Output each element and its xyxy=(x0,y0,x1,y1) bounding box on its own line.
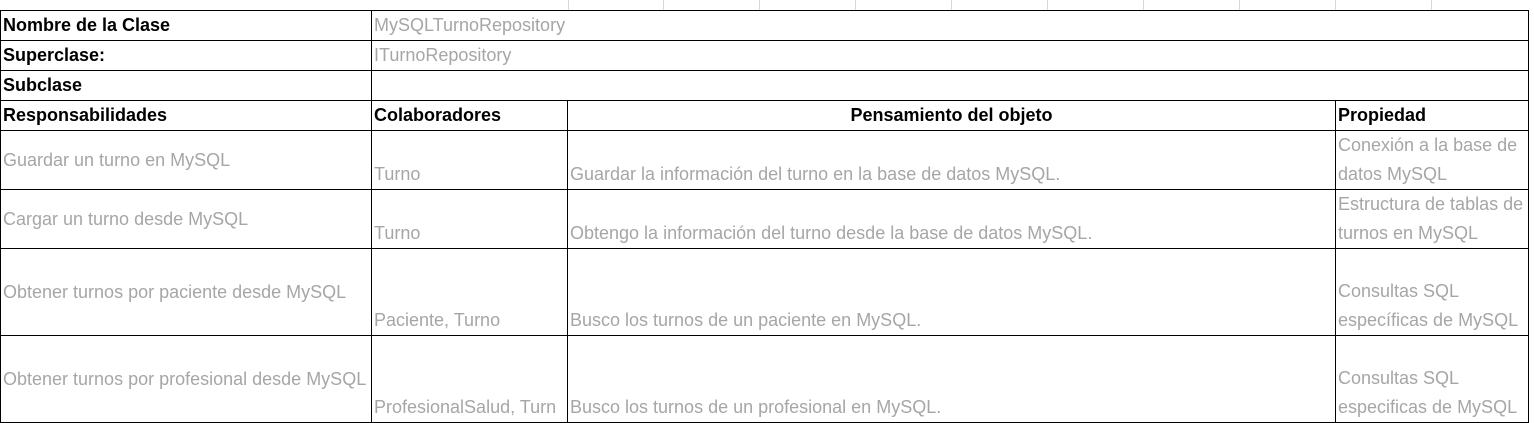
header-row: Responsabilidades Colaboradores Pensamie… xyxy=(0,100,1529,131)
table-row: Obtener turnos por profesional desde MyS… xyxy=(0,335,1529,423)
header-collaborators: Colaboradores xyxy=(371,100,568,131)
collaborators-cell[interactable]: Paciente, Turno xyxy=(371,248,568,336)
property-cell[interactable]: Conexión a la base de datos MySQL xyxy=(1335,130,1529,190)
class-name-label: Nombre de la Clase xyxy=(0,10,372,41)
class-name-value[interactable]: MySQLTurnoRepository xyxy=(371,10,1529,41)
collaborators-cell[interactable]: Turno xyxy=(371,189,568,249)
table-row: Guardar un turno en MySQL Turno Guardar … xyxy=(0,130,1529,190)
table-row: Cargar un turno desde MySQL Turno Obteng… xyxy=(0,189,1529,249)
superclass-row: Superclase: ITurnoRepository xyxy=(0,40,1529,71)
table-row: Obtener turnos por paciente desde MySQL … xyxy=(0,248,1529,336)
header-responsibilities: Responsabilidades xyxy=(0,100,372,131)
property-cell[interactable]: Consultas SQL específicas de MySQL xyxy=(1335,248,1529,336)
responsibility-cell[interactable]: Guardar un turno en MySQL xyxy=(0,130,372,190)
thinking-cell[interactable]: Guardar la información del turno en la b… xyxy=(567,130,1336,190)
subclass-label: Subclase xyxy=(0,70,372,101)
thinking-cell[interactable]: Obtengo la información del turno desde l… xyxy=(567,189,1336,249)
thinking-cell[interactable]: Busco los turnos de un paciente en MySQL… xyxy=(567,248,1336,336)
property-cell[interactable]: Consultas SQL especificas de MySQL xyxy=(1335,335,1529,423)
responsibility-cell[interactable]: Obtener turnos por paciente desde MySQL xyxy=(0,248,372,336)
collaborators-cell[interactable]: Turno xyxy=(371,130,568,190)
subclass-value[interactable] xyxy=(371,70,1529,101)
superclass-label: Superclase: xyxy=(0,40,372,71)
header-property: Propiedad xyxy=(1335,100,1529,131)
subclass-row: Subclase xyxy=(0,70,1529,101)
sheet-gridlines xyxy=(0,0,1534,10)
collaborators-cell[interactable]: ProfesionalSalud, Turn xyxy=(371,335,568,423)
superclass-value[interactable]: ITurnoRepository xyxy=(371,40,1529,71)
thinking-cell[interactable]: Busco los turnos de un profesional en My… xyxy=(567,335,1336,423)
responsibility-cell[interactable]: Cargar un turno desde MySQL xyxy=(0,189,372,249)
responsibility-cell[interactable]: Obtener turnos por profesional desde MyS… xyxy=(0,335,372,423)
crc-card-table: Nombre de la Clase MySQLTurnoRepository … xyxy=(0,10,1529,423)
header-thinking: Pensamiento del objeto xyxy=(567,100,1336,131)
property-cell[interactable]: Estructura de tablas de turnos en MySQL xyxy=(1335,189,1529,249)
class-name-row: Nombre de la Clase MySQLTurnoRepository xyxy=(0,10,1529,41)
